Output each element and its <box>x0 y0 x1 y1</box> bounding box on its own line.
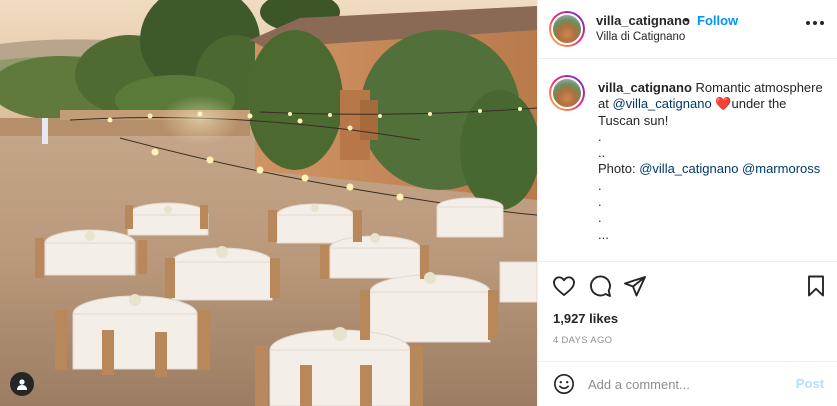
instagram-post: villa_catignano • Follow Villa di Catign… <box>0 0 837 406</box>
action-bar <box>538 262 837 308</box>
post-timestamp[interactable]: 4 DAYS AGO <box>553 335 612 346</box>
photo-credit-label: Photo: <box>598 161 636 177</box>
follow-button[interactable]: Follow <box>697 13 738 28</box>
caption-dot: . <box>598 194 602 210</box>
caption-dots: .. <box>598 145 606 161</box>
location-link[interactable]: Villa di Catignano <box>596 31 685 43</box>
post-photo[interactable] <box>0 0 537 406</box>
mention-link[interactable]: @villa_catignano <box>639 161 738 176</box>
like-count[interactable]: 1,927 likes <box>553 311 618 326</box>
villa-terrace-photo <box>0 0 537 406</box>
caption-dot: . <box>598 210 602 226</box>
caption-text: villa_catignano Romantic atmosphere at @… <box>598 80 826 243</box>
mention-link[interactable]: @villa_catignano <box>612 96 711 111</box>
post-side-panel: villa_catignano • Follow Villa di Catign… <box>537 0 837 406</box>
comment-bar: Post <box>538 361 837 406</box>
avatar[interactable] <box>549 11 585 47</box>
caption-dot: . <box>598 128 602 144</box>
user-tag-button[interactable] <box>10 372 34 396</box>
separator-dot: • <box>684 12 689 27</box>
comment-icon[interactable] <box>588 274 612 298</box>
comment-input[interactable] <box>588 374 778 394</box>
mention-link[interactable]: @marmoross <box>742 161 820 176</box>
caption-ellipsis: ... <box>598 226 609 242</box>
bookmark-icon[interactable] <box>804 274 828 298</box>
caption-avatar[interactable] <box>549 75 585 111</box>
post-comment-button[interactable]: Post <box>796 376 824 391</box>
caption-section: villa_catignano Romantic atmosphere at @… <box>538 59 837 262</box>
heart-emoji: ❤️ <box>715 96 732 112</box>
more-options-icon <box>806 21 810 25</box>
photo-credit-line: Photo: @villa_catignano @marmoross <box>598 161 826 177</box>
share-icon[interactable] <box>623 274 647 298</box>
emoji-icon[interactable] <box>553 373 575 395</box>
heart-icon[interactable] <box>552 274 576 298</box>
caption-dot: . <box>598 177 602 193</box>
caption-username[interactable]: villa_catignano <box>598 80 692 95</box>
more-options-button[interactable] <box>806 21 824 25</box>
header-username[interactable]: villa_catignano <box>596 13 690 28</box>
post-header: villa_catignano • Follow Villa di Catign… <box>538 0 837 59</box>
user-tag-icon <box>17 379 27 390</box>
